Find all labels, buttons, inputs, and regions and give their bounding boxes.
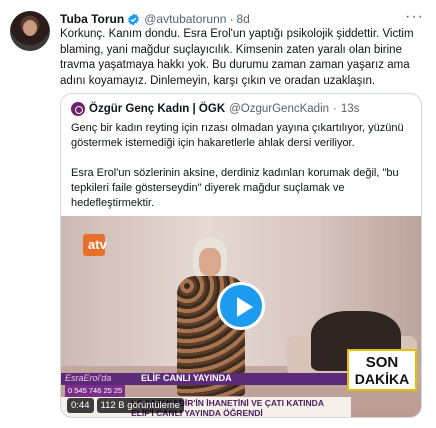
tweet-time[interactable]: 8d bbox=[236, 12, 249, 26]
separator-dot: · bbox=[229, 12, 234, 26]
author-handle[interactable]: @avtubatorunn bbox=[144, 12, 226, 26]
tweet[interactable]: Tuba Torun @avtubatorunn · 8d ··· Korkun… bbox=[0, 0, 436, 428]
quoted-avatar bbox=[71, 102, 85, 116]
quoted-paragraph: Genç bir kadın reyting için rızası olmad… bbox=[71, 122, 404, 149]
quoted-author-handle: @OzgurGencKadin bbox=[229, 103, 330, 115]
quoted-time: 13s bbox=[340, 103, 360, 115]
breaking-line1: SON bbox=[365, 354, 399, 371]
separator-dot: · bbox=[333, 103, 337, 115]
quoted-text: Genç bir kadın reyting için rızası olmad… bbox=[71, 121, 416, 226]
avatar[interactable] bbox=[10, 11, 50, 51]
ellipsis-icon[interactable]: ··· bbox=[405, 8, 424, 26]
quoted-author-name: Özgür Genç Kadın | ÖGK bbox=[89, 103, 226, 115]
video-views: 112 B görüntüleme bbox=[96, 398, 185, 413]
tweet-header: Tuba Torun @avtubatorunn · 8d bbox=[60, 11, 250, 27]
video-duration: 0:44 bbox=[67, 398, 94, 413]
verified-badge-icon bbox=[128, 13, 140, 25]
quoted-paragraph: Esra Erol'un sözlerinin aksine, derdiniz… bbox=[71, 167, 399, 209]
author-name[interactable]: Tuba Torun bbox=[60, 12, 124, 26]
tweet-text: Korkunç. Kanım dondu. Esra Erol'un yaptı… bbox=[60, 28, 414, 87]
ticker-label: ELİF CANLI YAYINDA bbox=[141, 373, 232, 383]
ticker-phone: 0 545 746 25 25 bbox=[65, 385, 126, 397]
quoted-header: Özgür Genç Kadın | ÖGK @OzgurGencKadin ·… bbox=[71, 102, 359, 116]
video-meta: 0:44 112 B görüntüleme bbox=[67, 398, 185, 413]
breaking-line2: DAKİKA bbox=[354, 371, 410, 387]
breaking-news-badge: SON DAKİKA bbox=[347, 349, 417, 391]
quoted-tweet[interactable]: Özgür Genç Kadın | ÖGK @OzgurGencKadin ·… bbox=[60, 93, 422, 418]
play-button-icon[interactable] bbox=[217, 282, 265, 330]
video-player[interactable]: atv EsraErol'da ELİF CANLI YAYINDA 0 545… bbox=[61, 216, 421, 417]
channel-logo-text: atv bbox=[88, 237, 107, 252]
ticker-channel: EsraErol'da bbox=[65, 373, 112, 383]
